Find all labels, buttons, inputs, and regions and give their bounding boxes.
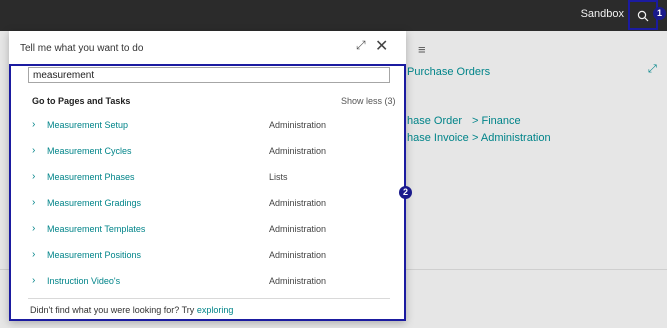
page-title[interactable]: Purchase Orders [407,66,490,78]
expand-icon[interactable]: ⤢ [356,38,366,53]
hamburger-icon[interactable]: ≡ [418,42,426,57]
search-icon [637,10,649,22]
dialog-title: Tell me what you want to do [20,43,144,54]
step-badge-2: 2 [399,186,412,199]
environment-label: Sandbox [580,8,624,20]
top-bar: Sandbox 1 [0,0,667,31]
step-badge-1: 1 [653,7,666,20]
close-icon[interactable]: ✕ [375,36,388,56]
background-link[interactable]: > Finance [472,115,521,127]
background-link[interactable]: hase Invoice [407,132,469,144]
background-link[interactable]: > Administration [472,132,551,144]
background-link[interactable]: hase Order [407,115,462,127]
expand-icon[interactable]: ⤢ [648,63,657,76]
focus-highlight [9,64,406,321]
